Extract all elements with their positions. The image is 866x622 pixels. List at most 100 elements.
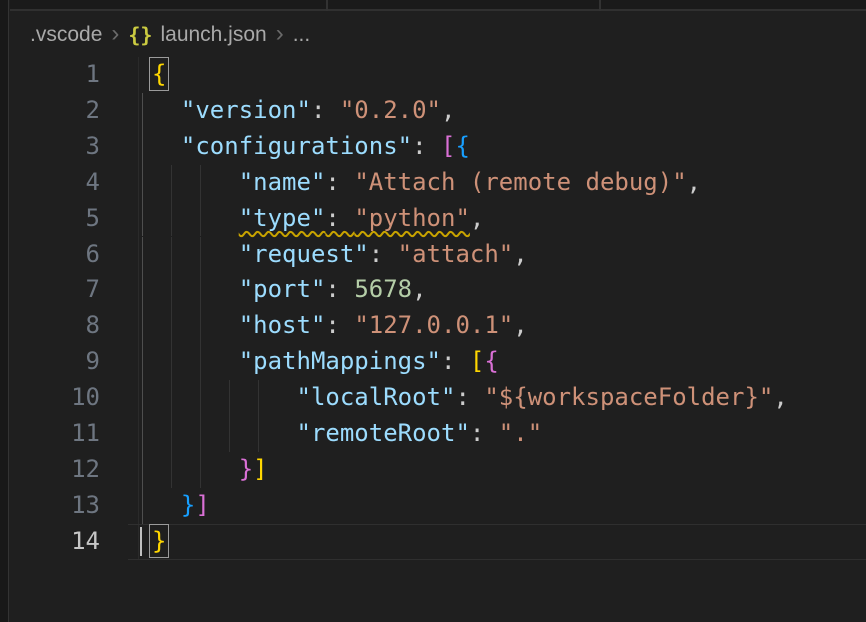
code-token: 5678 xyxy=(354,275,412,303)
code-token: : xyxy=(311,96,340,124)
line-number[interactable]: 10 xyxy=(20,380,100,416)
code-token: : xyxy=(325,204,354,232)
code-token: [ xyxy=(470,347,484,375)
indent-spaces xyxy=(152,168,239,196)
indent-guide xyxy=(142,308,143,344)
code-token: ] xyxy=(195,491,209,519)
code-token: "name" xyxy=(239,168,326,196)
code-token: "localRoot" xyxy=(297,383,456,411)
indent-spaces xyxy=(152,275,239,303)
code-token: "host" xyxy=(239,311,326,339)
code-line[interactable]: "host": "127.0.0.1", xyxy=(152,308,528,344)
code-line[interactable]: "type": "python", xyxy=(152,201,484,237)
code-token: : xyxy=(325,311,354,339)
code-token: "." xyxy=(499,419,542,447)
code-token: "python" xyxy=(354,204,470,232)
indent-guide xyxy=(142,129,143,165)
code-token: "0.2.0" xyxy=(340,96,441,124)
indent-guide xyxy=(142,452,143,488)
code-token: "127.0.0.1" xyxy=(354,311,513,339)
code-token: : xyxy=(455,383,484,411)
code-token: { xyxy=(455,132,469,160)
code-token: : xyxy=(325,168,354,196)
code-token: [ xyxy=(441,132,455,160)
line-number[interactable]: 5 xyxy=(20,201,100,237)
code-token: : xyxy=(412,132,441,160)
code-token: , xyxy=(470,204,484,232)
indent-spaces xyxy=(152,455,239,483)
indent-guide xyxy=(142,165,143,201)
line-number[interactable]: 13 xyxy=(20,488,100,524)
code-line[interactable]: "localRoot": "${workspaceFolder}", xyxy=(152,380,788,416)
line-number[interactable]: 9 xyxy=(20,344,100,380)
indent-guide xyxy=(142,237,143,273)
indent-guide xyxy=(142,201,143,237)
breadcrumb-overflow[interactable]: ... xyxy=(293,23,311,47)
code-token: "${workspaceFolder}" xyxy=(484,383,773,411)
indent-spaces xyxy=(152,311,239,339)
line-number[interactable]: 8 xyxy=(20,308,100,344)
line-number[interactable]: 12 xyxy=(20,452,100,488)
code-token: : xyxy=(441,347,470,375)
gutter-border xyxy=(138,57,139,560)
indent-guide xyxy=(142,93,143,129)
tab-separator xyxy=(599,0,601,11)
line-number[interactable]: 3 xyxy=(20,129,100,165)
breadcrumb-file[interactable]: launch.json xyxy=(160,23,266,47)
code-line[interactable]: { xyxy=(152,57,166,93)
indent-guide xyxy=(142,380,143,416)
indent-spaces xyxy=(152,240,239,268)
editor-pane[interactable]: 1 {2 "version": "0.2.0", 3 "configurations… xyxy=(10,57,866,622)
indent-spaces xyxy=(152,383,297,411)
tab-bar[interactable] xyxy=(10,0,866,11)
indent-spaces xyxy=(152,347,239,375)
code-line[interactable]: "pathMappings": [{ xyxy=(152,344,499,380)
code-token: "attach" xyxy=(398,240,514,268)
code-token: : xyxy=(325,275,354,303)
indent-spaces xyxy=(152,132,181,160)
line-number[interactable]: 11 xyxy=(20,416,100,452)
code-token: "pathMappings" xyxy=(239,347,441,375)
line-number[interactable]: 4 xyxy=(20,165,100,201)
code-line[interactable]: }] xyxy=(152,488,210,524)
code-token: "version" xyxy=(181,96,311,124)
chevron-right-icon: › xyxy=(111,20,119,48)
indent-spaces xyxy=(152,419,297,447)
code-token: "configurations" xyxy=(181,132,412,160)
indent-spaces xyxy=(152,491,181,519)
code-line[interactable]: "name": "Attach (remote debug)", xyxy=(152,165,701,201)
code-token: { xyxy=(152,60,166,88)
line-number[interactable]: 14 xyxy=(20,524,100,560)
indent-spaces xyxy=(152,204,239,232)
code-line[interactable]: } xyxy=(152,524,166,560)
indent-guide xyxy=(142,416,143,452)
breadcrumb-folder[interactable]: .vscode xyxy=(30,23,102,47)
code-line[interactable]: "configurations": [{ xyxy=(152,129,470,165)
code-line[interactable]: "port": 5678, xyxy=(152,272,427,308)
indent-guide xyxy=(142,344,143,380)
line-number[interactable]: 2 xyxy=(20,93,100,129)
editor-group-left-edge xyxy=(0,0,9,622)
code-line[interactable]: "request": "attach", xyxy=(152,237,528,273)
indent-spaces xyxy=(152,96,181,124)
breadcrumb: .vscode › {} launch.json › ... xyxy=(10,13,866,57)
chevron-right-icon: › xyxy=(276,20,284,48)
code-token: , xyxy=(412,275,426,303)
code-token: { xyxy=(484,347,498,375)
json-braces-icon: {} xyxy=(128,23,152,47)
indent-guide xyxy=(142,488,143,524)
code-token: "port" xyxy=(239,275,326,303)
code-token: "Attach (remote debug)" xyxy=(354,168,686,196)
line-number[interactable]: 1 xyxy=(20,57,100,93)
code-token: } xyxy=(239,455,253,483)
code-token: , xyxy=(687,168,701,196)
code-token: , xyxy=(773,383,787,411)
line-number[interactable]: 6 xyxy=(20,237,100,273)
text-cursor xyxy=(140,527,142,556)
line-number[interactable]: 7 xyxy=(20,272,100,308)
code-line[interactable]: "remoteRoot": "." xyxy=(152,416,542,452)
code-line[interactable]: "version": "0.2.0", xyxy=(152,93,455,129)
code-token: , xyxy=(513,240,527,268)
code-line[interactable]: }] xyxy=(152,452,268,488)
vscode-editor-window: .vscode › {} launch.json › ... 1 {2 "vers… xyxy=(0,0,866,622)
